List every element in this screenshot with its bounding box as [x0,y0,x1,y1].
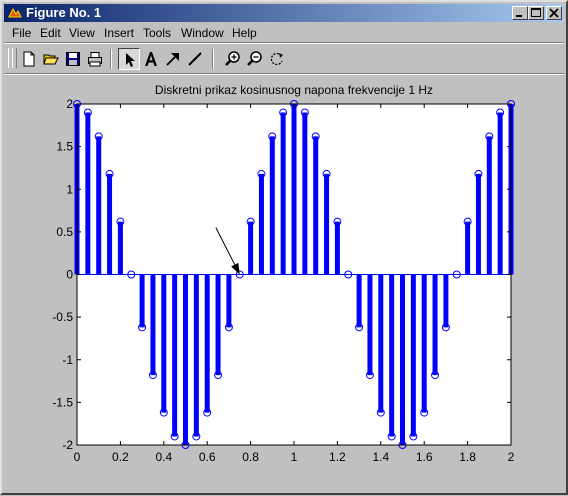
zoom-in-icon [225,51,240,66]
zoom-out-button[interactable] [244,48,266,70]
y-tick-label: -1.5 [52,395,73,409]
new-figure-button[interactable] [18,48,40,70]
minimize-icon [516,15,522,17]
insert-arrow-button[interactable] [162,48,184,70]
toolbar-separator [212,49,214,69]
insert-line-button[interactable] [184,48,206,70]
minimize-button[interactable] [512,6,528,20]
menu-tools[interactable]: Tools [143,26,171,40]
x-tick-label: 0.4 [155,450,172,464]
y-tick-label: -2 [62,438,73,452]
insert-line-icon [188,52,202,66]
menu-bar: File Edit View Insert Tools Window Help [4,23,564,42]
menu-window[interactable]: Window [181,26,224,40]
plot-title: Diskretni prikaz kosinusnog napona frekv… [155,83,433,97]
x-tick-label: 1.6 [416,450,433,464]
insert-text-button[interactable] [140,48,162,70]
y-tick-label: 1 [66,182,73,196]
open-file-icon [43,54,59,65]
menu-divider [4,42,564,44]
zoom-in-button[interactable] [222,48,244,70]
save-icon [66,52,80,66]
close-button[interactable] [546,6,562,20]
x-tick-label: 0.8 [242,450,259,464]
zoom-out-icon [247,51,262,66]
select-arrow-icon [126,53,135,67]
toolbar-grip[interactable] [12,48,17,68]
toolbar-separator [110,49,112,69]
menu-insert[interactable]: Insert [104,26,134,40]
x-tick-label: 0 [74,450,81,464]
y-tick-label: 0.5 [56,225,73,239]
menu-file[interactable]: File [12,26,31,40]
menu-help[interactable]: Help [232,26,257,40]
x-tick-label: 1.8 [459,450,476,464]
toolbar [4,45,564,73]
insert-text-icon [145,52,157,66]
matlab-icon [8,7,22,18]
close-icon [549,8,559,18]
y-tick-label: 1.5 [56,140,73,154]
save-button[interactable] [62,48,84,70]
x-tick-label: 1 [291,450,298,464]
y-tick-label: -0.5 [52,310,73,324]
print-icon [88,52,102,67]
print-button[interactable] [84,48,106,70]
select-arrow-button[interactable] [118,48,140,70]
x-tick-label: 1.4 [372,450,389,464]
x-tick-label: 2 [508,450,515,464]
figure-window: Figure No. 1 File Edit View Insert Tools… [0,0,568,495]
x-tick-label: 0.6 [199,450,216,464]
menu-edit[interactable]: Edit [40,26,61,40]
y-tick-label: 2 [66,97,73,111]
figure-canvas: Diskretni prikaz kosinusnog napona frekv… [4,75,566,493]
y-tick-label: 0 [66,268,73,282]
maximize-icon [531,8,541,17]
insert-arrow-icon [166,53,179,66]
x-tick-label: 0.2 [112,450,129,464]
title-bar[interactable]: Figure No. 1 [4,4,564,22]
x-tick-label: 1.2 [329,450,346,464]
stem-plot[interactable]: Diskretni prikaz kosinusnog napona frekv… [4,75,566,493]
window-title: Figure No. 1 [26,5,102,20]
new-figure-icon [23,51,35,67]
open-file-button[interactable] [40,48,62,70]
rotate-3d-button[interactable] [266,48,288,70]
menu-view[interactable]: View [69,26,95,40]
maximize-button[interactable] [528,6,544,20]
y-tick-label: -1 [62,353,73,367]
rotate-3d-icon [270,52,283,66]
